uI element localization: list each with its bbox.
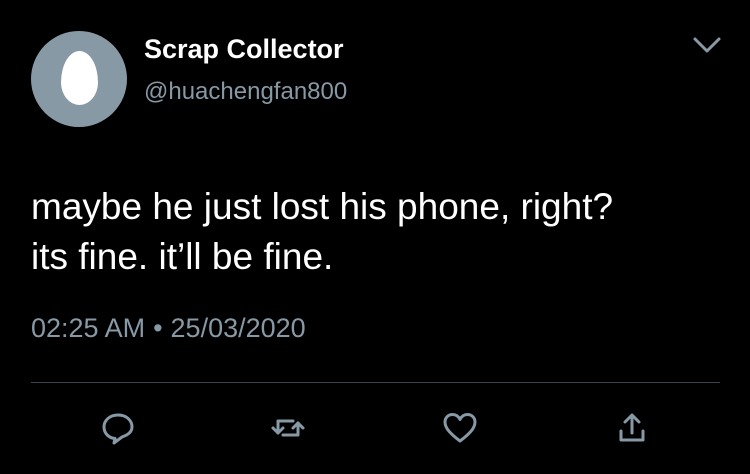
reply-button[interactable] — [98, 408, 138, 448]
divider — [31, 382, 720, 383]
retweet-icon — [271, 419, 305, 437]
heart-icon — [443, 413, 477, 443]
tweet-time: 02:25 AM — [31, 313, 146, 343]
retweet-button[interactable] — [268, 408, 308, 448]
egg-avatar-icon — [61, 51, 98, 105]
avatar[interactable] — [31, 31, 127, 127]
tweet-text-line: maybe he just lost his phone, right? — [31, 186, 614, 227]
share-icon — [619, 413, 645, 442]
chevron-down-icon[interactable] — [690, 32, 724, 58]
tweet-card: Scrap Collector @huachengfan800 maybe he… — [0, 0, 750, 474]
meta-separator: • — [153, 313, 163, 343]
tweet-text: maybe he just lost his phone, right? its… — [31, 182, 721, 282]
share-button[interactable] — [612, 408, 652, 448]
reply-icon — [102, 413, 134, 445]
display-name[interactable]: Scrap Collector — [144, 34, 344, 65]
user-handle[interactable]: @huachengfan800 — [144, 78, 347, 106]
tweet-date: 25/03/2020 — [170, 313, 306, 343]
like-button[interactable] — [440, 408, 480, 448]
tweet-timestamp[interactable]: 02:25 AM • 25/03/2020 — [31, 313, 306, 344]
tweet-text-line: its fine. it’ll be fine. — [31, 236, 334, 277]
